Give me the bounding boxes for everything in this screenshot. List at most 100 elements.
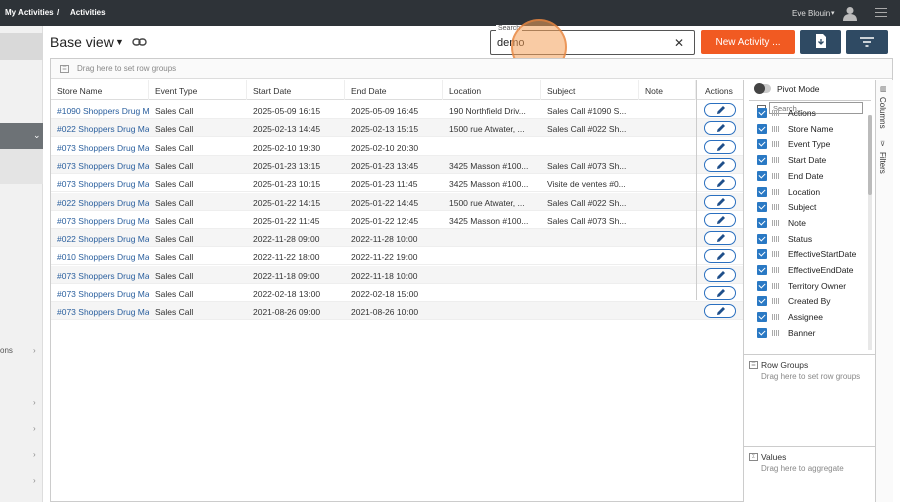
edit-button[interactable] (704, 286, 736, 300)
breadcrumb-my-activities[interactable]: My Activities (5, 8, 54, 17)
filter-button[interactable] (846, 30, 888, 54)
column-list-scrollbar[interactable] (868, 115, 872, 350)
cell-store-name[interactable]: #073 Shoppers Drug Ma (51, 284, 149, 302)
table-row[interactable]: #073 Shoppers Drug Ma Sales Call 2025-02-1… (51, 138, 743, 156)
drag-handle-icon[interactable] (772, 314, 779, 321)
column-checkbox[interactable] (757, 170, 767, 181)
avatar-icon[interactable] (843, 6, 857, 21)
column-checkbox[interactable] (757, 139, 767, 150)
table-row[interactable]: #022 Shoppers Drug Ma Sales Call 2022-11-2… (51, 229, 743, 248)
chevron-down-icon[interactable]: ⌄ (33, 130, 41, 141)
cell-store-name[interactable]: #073 Shoppers Drug Ma (51, 156, 149, 174)
drag-handle-icon[interactable] (772, 157, 779, 164)
drag-handle-icon[interactable] (772, 125, 779, 132)
drag-handle-icon[interactable] (772, 188, 779, 195)
edit-button[interactable] (704, 231, 736, 246)
drag-handle-icon[interactable] (772, 282, 779, 289)
new-activity-button[interactable]: New Activity ... (701, 30, 795, 54)
search-input[interactable] (497, 37, 667, 49)
drag-handle-icon[interactable] (772, 267, 779, 273)
column-checkbox[interactable] (757, 108, 767, 118)
edit-button[interactable] (704, 194, 736, 209)
sidebar-item-label[interactable]: ons (0, 346, 13, 355)
cell-store-name[interactable]: #073 Shoppers Drug Ma (51, 302, 149, 320)
column-checkbox[interactable] (757, 327, 767, 338)
cell-store-name[interactable]: #022 Shoppers Drug Ma (51, 193, 149, 211)
edit-button[interactable] (704, 139, 736, 154)
cell-store-name[interactable]: #073 Shoppers Drug Ma (51, 266, 149, 284)
sidebar-subitem[interactable] (0, 149, 43, 184)
column-header-subject[interactable]: Subject (541, 80, 639, 100)
column-list-item[interactable]: Start Date (744, 152, 868, 167)
column-checkbox[interactable] (757, 265, 767, 275)
table-row[interactable]: #1090 Shoppers Drug M Sales Call 2025-05-0… (51, 101, 743, 119)
column-header-location[interactable]: Location (443, 80, 541, 100)
chevron-right-icon[interactable]: › (33, 346, 36, 355)
column-list-item[interactable]: End Date (744, 168, 868, 183)
caret-down-icon[interactable]: ▼ (115, 37, 124, 47)
table-row[interactable]: #022 Shoppers Drug Ma Sales Call 2025-02-1… (51, 119, 743, 138)
table-row[interactable]: #073 Shoppers Drug Ma Sales Call 2021-08-2… (51, 302, 743, 321)
table-row[interactable]: #073 Shoppers Drug Ma Sales Call 2022-02-1… (51, 284, 743, 302)
column-list-item[interactable]: Location (744, 184, 868, 199)
column-list-item[interactable]: EffectiveEndDate (744, 262, 868, 277)
column-list-item[interactable]: Status (744, 231, 868, 246)
chevron-down-icon[interactable]: ▾ (831, 9, 835, 17)
edit-button[interactable] (704, 176, 736, 191)
column-checkbox[interactable] (757, 312, 767, 323)
column-checkbox[interactable] (757, 249, 767, 260)
values-section[interactable]: Σ Values Drag here to aggregate (744, 446, 875, 502)
column-checkbox[interactable] (757, 233, 767, 244)
cell-store-name[interactable]: #022 Shoppers Drug Ma (51, 119, 149, 137)
column-checkbox[interactable] (757, 186, 767, 197)
cell-store-name[interactable]: #073 Shoppers Drug Ma (51, 174, 149, 192)
column-checkbox[interactable] (757, 296, 767, 307)
table-row[interactable]: #073 Shoppers Drug Ma Sales Call 2025-01-2… (51, 211, 743, 229)
column-checkbox[interactable] (757, 123, 767, 134)
chevron-right-icon[interactable]: › (33, 398, 36, 407)
sidebar-item[interactable] (0, 33, 43, 60)
table-row[interactable]: #073 Shoppers Drug Ma Sales Call 2022-11-1… (51, 265, 743, 284)
filter-icon[interactable]: ⊽ (880, 140, 885, 148)
tab-filters[interactable]: Filters (878, 152, 887, 174)
export-button[interactable] (800, 30, 841, 54)
view-selector[interactable]: Base view (50, 34, 114, 50)
chevron-right-icon[interactable]: › (33, 450, 36, 459)
drag-handle-icon[interactable] (772, 172, 779, 179)
cell-store-name[interactable]: #073 Shoppers Drug Ma (51, 138, 149, 156)
column-header-note[interactable]: Note (639, 80, 696, 100)
edit-button[interactable] (704, 212, 736, 227)
column-list-item[interactable]: Banner (744, 325, 868, 340)
column-header-store-name[interactable]: Store Name (51, 80, 149, 100)
column-list-item[interactable]: Store Name (744, 121, 868, 136)
hamburger-menu-icon[interactable] (875, 8, 887, 18)
chevron-right-icon[interactable]: › (33, 424, 36, 433)
drag-handle-icon[interactable] (772, 141, 779, 148)
table-row[interactable]: #010 Shoppers Drug Ma Sales Call 2022-11-2… (51, 247, 743, 266)
drag-handle-icon[interactable] (772, 298, 779, 305)
table-row[interactable]: #022 Shoppers Drug Ma Sales Call 2025-01-2… (51, 192, 743, 211)
column-list-item[interactable]: Territory Owner (744, 278, 868, 293)
table-row[interactable]: #073 Shoppers Drug Ma Sales Call 2025-01-2… (51, 155, 743, 174)
drag-handle-icon[interactable] (772, 329, 779, 336)
user-name[interactable]: Eve Blouin (792, 9, 830, 18)
breadcrumb-activities[interactable]: Activities (70, 8, 106, 17)
link-icon[interactable] (132, 37, 147, 47)
cell-store-name[interactable]: #022 Shoppers Drug Ma (51, 229, 149, 247)
edit-button[interactable] (704, 267, 736, 282)
column-list-item[interactable]: Created By (744, 293, 868, 308)
column-header-end-date[interactable]: End Date (345, 80, 443, 100)
row-group-drop-zone[interactable]: ☰ Drag here to set row groups (51, 59, 892, 79)
drag-handle-icon[interactable] (772, 204, 779, 211)
edit-button[interactable] (704, 157, 736, 172)
scrollbar-thumb[interactable] (868, 115, 872, 195)
column-header-start-date[interactable]: Start Date (247, 80, 345, 100)
columns-icon[interactable]: ▥ (880, 85, 887, 93)
edit-button[interactable] (704, 249, 736, 264)
row-groups-section[interactable]: ☰ Row Groups Drag here to set row groups (744, 354, 875, 446)
column-list-item[interactable]: EffectiveStartDate (744, 246, 868, 261)
drag-handle-icon[interactable] (772, 251, 779, 258)
column-checkbox[interactable] (757, 202, 767, 213)
column-list-item[interactable]: Note (744, 215, 868, 230)
drag-handle-icon[interactable] (772, 110, 779, 116)
